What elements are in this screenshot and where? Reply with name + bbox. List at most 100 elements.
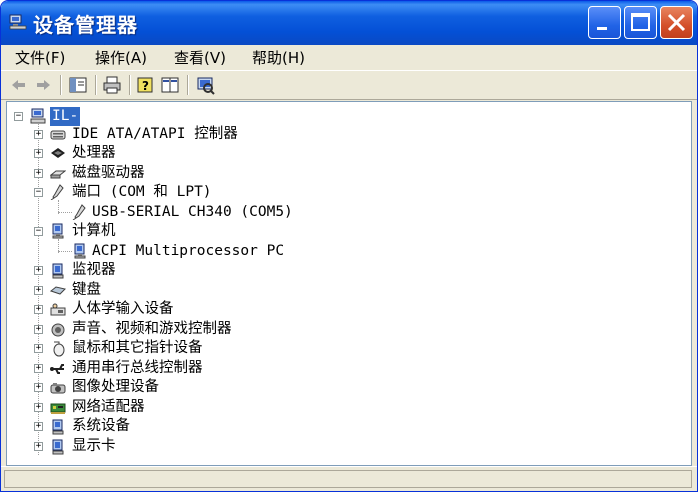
imaging-icon [50, 383, 66, 394]
keyboard-icon [50, 286, 66, 295]
ide-controller-icon [50, 130, 66, 140]
tree-item-label: IDE ATA/ATAPI 控制器 [72, 126, 238, 142]
monitor-icon [52, 263, 64, 279]
tree-child-label: USB-SERIAL CH340 (COM5) [92, 204, 293, 220]
tree-item[interactable]: − 端口 (COM 和 LPT) [32, 183, 672, 202]
expand-toggle[interactable]: + [34, 149, 43, 158]
tree-root-label: IL- [50, 107, 81, 126]
tree-item[interactable]: + 图像处理设备 [32, 378, 672, 397]
network-adapter-icon [50, 403, 66, 414]
minimize-button[interactable] [588, 6, 621, 39]
expand-toggle[interactable]: + [34, 344, 43, 353]
device-manager-window: 设备管理器 文件(F) 操作(A) 查看(V) 帮助(H) ? − IL- + … [0, 0, 698, 492]
tree-item[interactable]: − 计算机 [32, 222, 672, 241]
processor-icon [51, 148, 65, 158]
minimize-icon [597, 27, 607, 30]
usb-icon [50, 364, 64, 374]
tree-item[interactable]: + 显示卡 [32, 437, 672, 456]
tree-root[interactable]: − IL- [12, 107, 312, 126]
menu-file[interactable]: 文件(F) [15, 47, 65, 68]
menu-bar: 文件(F) 操作(A) 查看(V) 帮助(H) [1, 45, 697, 69]
tree-item-label: 监视器 [72, 262, 116, 278]
expand-toggle[interactable]: + [34, 422, 43, 431]
tree-guide-line [58, 212, 72, 213]
status-bar [1, 466, 697, 491]
tree-child-item[interactable]: ACPI Multiprocessor PC [72, 242, 672, 261]
device-tree[interactable]: − IL- + IDE ATA/ATAPI 控制器 + 处理器 + 磁盘驱动器 … [6, 101, 692, 466]
expand-toggle[interactable]: + [34, 266, 43, 275]
tree-item[interactable]: + 通用串行总线控制器 [32, 359, 672, 378]
tree-item-label: 计算机 [72, 223, 116, 239]
window-title: 设备管理器 [33, 13, 138, 37]
collapse-toggle[interactable]: − [34, 188, 43, 197]
title-bar[interactable]: 设备管理器 [1, 1, 697, 45]
svg-text:?: ? [142, 79, 149, 93]
tree-item-label: 系统设备 [72, 418, 130, 434]
show-hide-tree-icon[interactable] [68, 75, 88, 95]
tree-item-label: 显示卡 [72, 438, 116, 454]
tree-child-label: ACPI Multiprocessor PC [92, 243, 285, 259]
tree-item[interactable]: + 系统设备 [32, 417, 672, 436]
back-arrow-icon[interactable] [9, 75, 29, 95]
toolbar-separator [60, 75, 62, 95]
mouse-icon [53, 341, 65, 357]
properties-icon[interactable] [160, 75, 180, 95]
maximize-icon [631, 13, 650, 31]
tree-item[interactable]: + 磁盘驱动器 [32, 164, 672, 183]
disk-drive-icon [50, 170, 66, 179]
tree-guide-line [58, 251, 72, 252]
port-icon [72, 204, 86, 220]
port-icon [50, 184, 64, 200]
tree-item-label: 磁盘驱动器 [72, 165, 145, 181]
toolbar-separator [187, 75, 189, 95]
forward-arrow-icon[interactable] [33, 75, 53, 95]
expand-toggle[interactable]: + [34, 325, 43, 334]
expand-toggle[interactable]: + [34, 169, 43, 178]
device-manager-icon [9, 14, 27, 30]
toolbar-separator [129, 75, 131, 95]
menu-view[interactable]: 查看(V) [174, 47, 226, 68]
status-pane [4, 470, 692, 488]
tree-item-label: 通用串行总线控制器 [72, 360, 203, 376]
system-device-icon [52, 419, 64, 435]
expand-toggle[interactable]: + [34, 403, 43, 412]
tree-item-label: 鼠标和其它指针设备 [72, 340, 203, 356]
tree-item[interactable]: + 网络适配器 [32, 398, 672, 417]
close-button[interactable] [660, 6, 693, 39]
tree-item-label: 端口 (COM 和 LPT) [72, 184, 212, 200]
menu-help[interactable]: 帮助(H) [252, 47, 305, 68]
toolbar-separator [95, 75, 97, 95]
maximize-button[interactable] [624, 6, 657, 39]
scan-hardware-icon[interactable] [195, 75, 215, 95]
tree-item-label: 图像处理设备 [72, 379, 159, 395]
tree-item[interactable]: + 键盘 [32, 281, 672, 300]
tree-item[interactable]: + IDE ATA/ATAPI 控制器 [32, 125, 672, 144]
expand-toggle[interactable]: + [34, 442, 43, 451]
computer-device-icon [52, 223, 64, 239]
hid-icon [50, 303, 66, 316]
collapse-toggle[interactable]: − [34, 227, 43, 236]
menu-action[interactable]: 操作(A) [95, 47, 147, 68]
expand-toggle[interactable]: + [34, 286, 43, 295]
tree-child-item[interactable]: USB-SERIAL CH340 (COM5) [72, 203, 672, 222]
collapse-toggle[interactable]: − [14, 112, 23, 121]
tree-item[interactable]: + 人体学输入设备 [32, 300, 672, 319]
tree-item[interactable]: + 监视器 [32, 261, 672, 280]
display-adapter-icon [52, 439, 64, 455]
expand-toggle[interactable]: + [34, 305, 43, 314]
tree-item-label: 声音、视频和游戏控制器 [72, 321, 232, 337]
sound-icon [51, 323, 65, 337]
tree-item-label: 人体学输入设备 [72, 301, 174, 317]
computer-device-icon [74, 243, 86, 259]
help-icon[interactable]: ? [136, 75, 156, 95]
print-icon[interactable] [102, 75, 122, 95]
expand-toggle[interactable]: + [34, 364, 43, 373]
tree-item[interactable]: + 声音、视频和游戏控制器 [32, 320, 672, 339]
toolbar: ? [1, 70, 697, 100]
tree-item-label: 键盘 [72, 282, 101, 298]
tree-item[interactable]: + 处理器 [32, 144, 672, 163]
expand-toggle[interactable]: + [34, 383, 43, 392]
expand-toggle[interactable]: + [34, 130, 43, 139]
tree-item-label: 处理器 [72, 145, 116, 161]
tree-item[interactable]: + 鼠标和其它指针设备 [32, 339, 672, 358]
